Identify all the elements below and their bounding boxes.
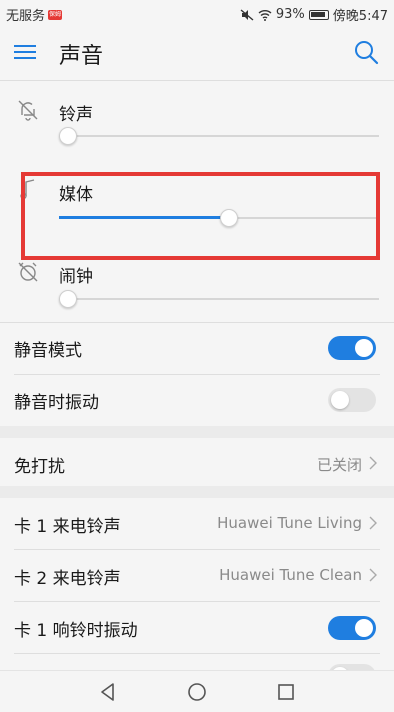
dnd-label: 免打扰 bbox=[14, 457, 65, 477]
carrier-badge: 保姆 bbox=[48, 9, 63, 20]
ringtone-volume-slider[interactable] bbox=[59, 126, 379, 146]
sim1-vibrate-label: 卡 1 响铃时振动 bbox=[14, 621, 138, 641]
alarm-volume-slider[interactable] bbox=[59, 289, 379, 309]
mute-icon bbox=[240, 8, 254, 21]
back-icon[interactable] bbox=[96, 680, 120, 704]
sim1-ringtone-label: 卡 1 来电铃声 bbox=[14, 517, 121, 537]
chevron-right-icon bbox=[369, 568, 377, 582]
clock: 傍晚5:47 bbox=[332, 9, 388, 24]
slider-thumb[interactable] bbox=[59, 290, 77, 308]
sim1-vibrate-toggle[interactable] bbox=[328, 616, 376, 640]
carrier-label: 无服务 bbox=[6, 9, 46, 24]
search-icon[interactable] bbox=[352, 38, 380, 66]
dnd-value: 已关闭 bbox=[316, 456, 362, 474]
sim2-ringtone-value: Huawei Tune Clean bbox=[219, 566, 362, 584]
vibrate-in-silent-row[interactable]: 静音时振动 bbox=[0, 374, 394, 426]
chevron-right-icon bbox=[369, 456, 377, 470]
slider-thumb[interactable] bbox=[59, 127, 77, 145]
ringtone-volume-row: 铃声 bbox=[0, 80, 394, 158]
wifi-icon bbox=[258, 9, 272, 21]
bell-off-icon bbox=[18, 100, 38, 121]
menu-icon[interactable] bbox=[14, 41, 40, 65]
battery-icon bbox=[308, 9, 329, 20]
app-bar: 声音 bbox=[0, 26, 394, 80]
sim1-ringtone-value: Huawei Tune Living bbox=[217, 514, 362, 532]
sim1-ringtone-row[interactable]: 卡 1 来电铃声 Huawei Tune Living bbox=[0, 498, 394, 550]
home-icon[interactable] bbox=[185, 680, 209, 704]
alarm-volume-row: 闹钟 bbox=[0, 244, 394, 322]
chevron-right-icon bbox=[369, 516, 377, 530]
section-gap bbox=[0, 426, 394, 438]
navigation-bar bbox=[0, 670, 394, 712]
battery-percent: 93% bbox=[275, 7, 305, 22]
ringtone-volume-label: 铃声 bbox=[59, 105, 93, 125]
vibrate-in-silent-label: 静音时振动 bbox=[14, 393, 99, 413]
silent-mode-toggle[interactable] bbox=[328, 336, 376, 360]
alarm-volume-label: 闹钟 bbox=[59, 267, 93, 287]
sim2-ringtone-row[interactable]: 卡 2 来电铃声 Huawei Tune Clean bbox=[0, 550, 394, 602]
cut-off-row[interactable] bbox=[0, 654, 394, 670]
silent-mode-row[interactable]: 静音模式 bbox=[0, 322, 394, 374]
section-gap bbox=[0, 486, 394, 498]
alarm-off-icon bbox=[18, 262, 38, 282]
status-bar: 无服务 保姆 93% 傍晚5:47 bbox=[0, 0, 394, 26]
sim2-ringtone-label: 卡 2 来电铃声 bbox=[14, 569, 121, 589]
silent-mode-label: 静音模式 bbox=[14, 341, 82, 361]
sim1-vibrate-row[interactable]: 卡 1 响铃时振动 bbox=[0, 602, 394, 654]
vibrate-in-silent-toggle[interactable] bbox=[328, 388, 376, 412]
page-title: 声音 bbox=[59, 44, 104, 69]
dnd-row[interactable]: 免打扰 已关闭 bbox=[0, 438, 394, 490]
recents-icon[interactable] bbox=[274, 680, 298, 704]
